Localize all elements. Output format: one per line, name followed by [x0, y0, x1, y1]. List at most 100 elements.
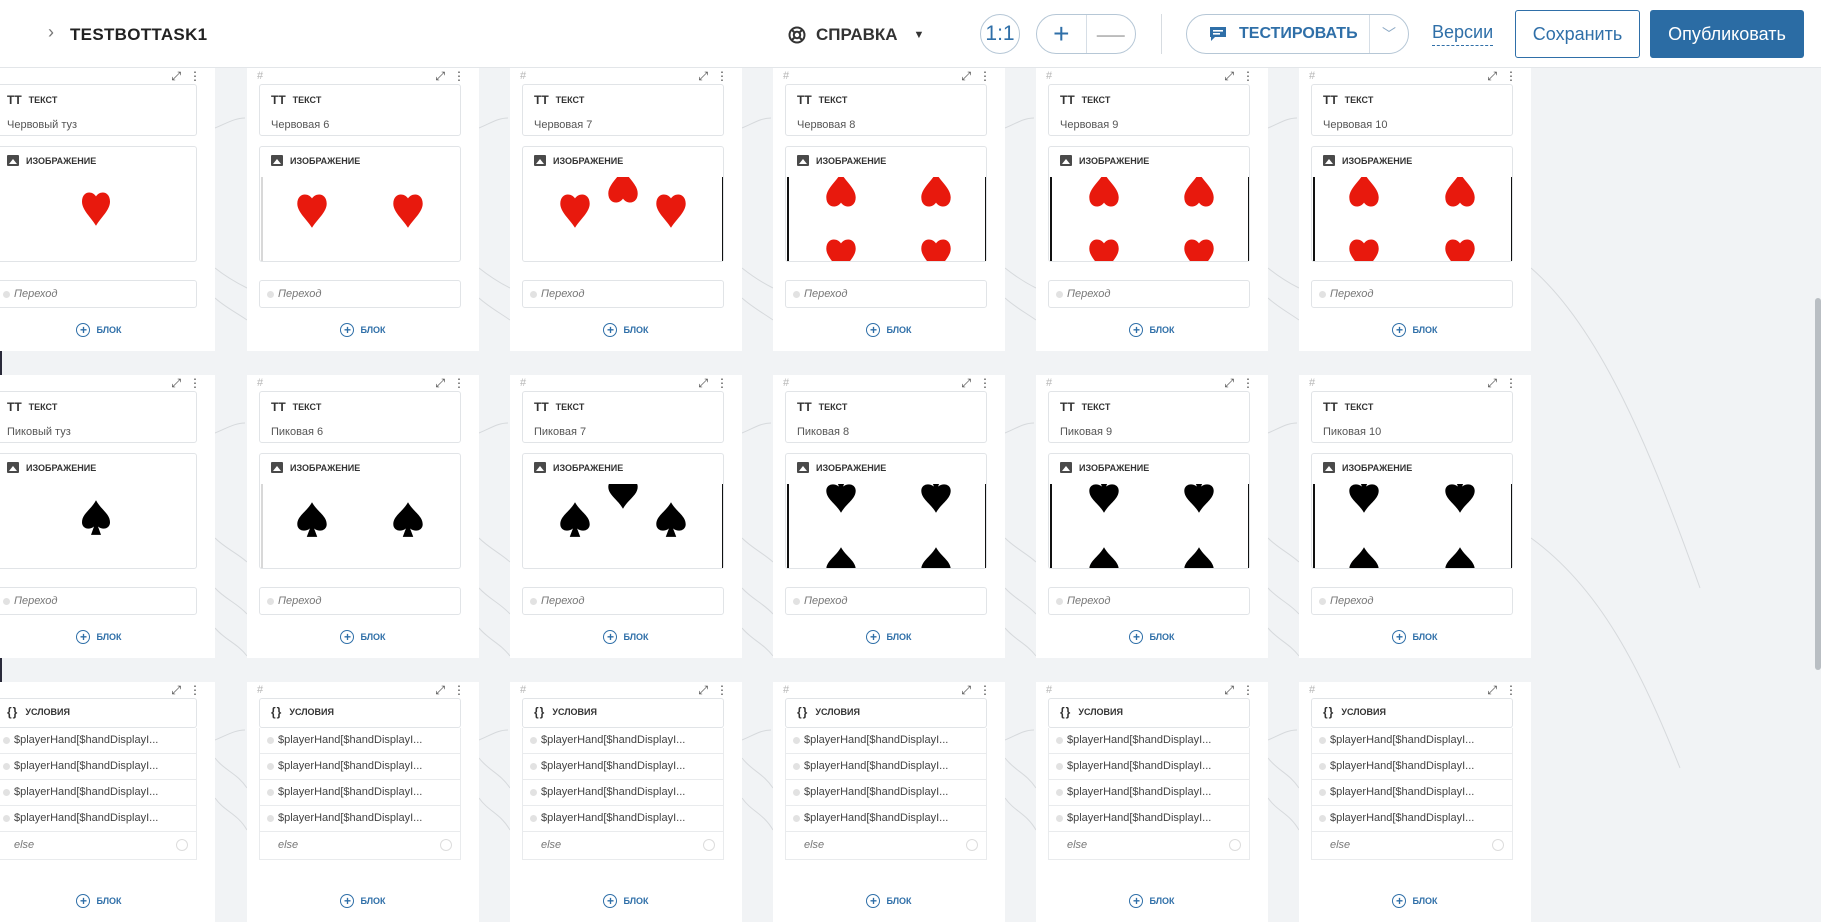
add-block-button[interactable]: + Блок	[247, 323, 479, 337]
condition-row[interactable]: $playerHand[$handDisplayI...	[1048, 780, 1250, 806]
else-connector[interactable]	[703, 839, 715, 851]
transition-dot[interactable]	[1319, 598, 1326, 605]
more-icon[interactable]: ⋮	[453, 683, 465, 698]
card-node[interactable]: # ⤢ ⋮ Tт Текст Червовая 10 Изображение Переход +…	[1299, 68, 1531, 351]
text-block[interactable]: Tт Текст Пиковая 9	[1048, 391, 1250, 443]
more-icon[interactable]: ⋮	[1242, 69, 1254, 84]
else-connector[interactable]	[1492, 839, 1504, 851]
conditions-block[interactable]: {} Условия	[259, 698, 461, 728]
condition-dot[interactable]	[793, 815, 800, 822]
condition-dot[interactable]	[1319, 789, 1326, 796]
more-icon[interactable]: ⋮	[716, 69, 728, 84]
condition-row[interactable]: $playerHand[$handDisplayI...	[522, 780, 724, 806]
more-icon[interactable]: ⋮	[453, 69, 465, 84]
condition-dot[interactable]	[3, 789, 10, 796]
condition-row[interactable]: $playerHand[$handDisplayI...	[522, 806, 724, 832]
condition-row[interactable]: $playerHand[$handDisplayI...	[785, 728, 987, 754]
conditions-block[interactable]: {} Условия	[1048, 698, 1250, 728]
transition-dot[interactable]	[3, 598, 10, 605]
vertical-scrollbar[interactable]	[1815, 298, 1821, 670]
card-node[interactable]: #⤢⋮TтТекстПиковый тузИзображениеПереход+…	[0, 375, 215, 658]
conditions-block[interactable]: {} Условия	[0, 698, 197, 728]
text-block[interactable]: Tт Текст Пиковая 7	[522, 391, 724, 443]
condition-dot[interactable]	[793, 763, 800, 770]
card-node[interactable]: # ⤢ ⋮ Tт Текст Червовая 8 Изображение Переход + Б…	[773, 68, 1005, 351]
else-row[interactable]: else	[522, 832, 724, 860]
text-block[interactable]: Tт Текст Червовая 7	[522, 84, 724, 136]
condition-row[interactable]: $playerHand[$handDisplayI...	[0, 806, 197, 832]
transition-dot[interactable]	[267, 598, 274, 605]
add-block-button[interactable]: + Блок	[0, 323, 215, 337]
conditions-node[interactable]: #⤢⋮{}Условия$playerHand[$handDisplayI...…	[773, 682, 1005, 922]
conditions-node[interactable]: #⤢⋮{}Условия$playerHand[$handDisplayI...…	[0, 682, 215, 922]
versions-link[interactable]: Версии	[1432, 22, 1494, 46]
more-icon[interactable]: ⋮	[1505, 69, 1517, 84]
conditions-block[interactable]: {} Условия	[785, 698, 987, 728]
image-block[interactable]: Изображение	[1048, 146, 1250, 262]
condition-row[interactable]: $playerHand[$handDisplayI...	[785, 806, 987, 832]
image-block[interactable]: Изображение	[1311, 146, 1513, 262]
more-icon[interactable]: ⋮	[716, 376, 728, 391]
else-connector[interactable]	[176, 839, 188, 851]
chevron-down-icon[interactable]: ﹀	[1370, 24, 1408, 44]
expand-icon[interactable]: ⤢	[171, 376, 181, 391]
more-icon[interactable]: ⋮	[189, 683, 201, 698]
more-icon[interactable]: ⋮	[189, 69, 201, 84]
expand-icon[interactable]: ⤢	[698, 69, 708, 84]
add-block-button[interactable]: + Блок	[0, 894, 215, 908]
chevron-right-icon[interactable]: ›	[48, 22, 54, 43]
text-block[interactable]: Tт Текст Червовый туз	[0, 84, 197, 136]
text-block[interactable]: Tт Текст Пиковая 6	[259, 391, 461, 443]
image-block[interactable]: Изображение	[522, 453, 724, 569]
condition-dot[interactable]	[1319, 737, 1326, 744]
more-icon[interactable]: ⋮	[716, 683, 728, 698]
expand-icon[interactable]: ⤢	[698, 376, 708, 391]
transition-field[interactable]: Переход	[522, 280, 724, 308]
condition-dot[interactable]	[793, 789, 800, 796]
condition-dot[interactable]	[3, 763, 10, 770]
condition-row[interactable]: $playerHand[$handDisplayI...	[259, 806, 461, 832]
conditions-block[interactable]: {} Условия	[522, 698, 724, 728]
image-block[interactable]: Изображение	[0, 453, 197, 569]
image-block[interactable]: Изображение	[785, 146, 987, 262]
transition-field[interactable]: Переход	[1048, 280, 1250, 308]
transition-dot[interactable]	[3, 291, 10, 298]
else-row[interactable]: else	[1311, 832, 1513, 860]
else-connector[interactable]	[440, 839, 452, 851]
expand-icon[interactable]: ⤢	[435, 376, 445, 391]
expand-icon[interactable]: ⤢	[961, 69, 971, 84]
card-node[interactable]: # ⤢ ⋮ Tт Текст Червовая 7 Изображение Переход + Б…	[510, 68, 742, 351]
add-block-button[interactable]: + Блок	[1299, 323, 1531, 337]
expand-icon[interactable]: ⤢	[1487, 683, 1497, 698]
card-node[interactable]: # ⤢ ⋮ Tт Текст Пиковая 8 Изображение Переход + Бл…	[773, 375, 1005, 658]
expand-icon[interactable]: ⤢	[698, 683, 708, 698]
zoom-out-button[interactable]: —	[1085, 15, 1136, 53]
conditions-node[interactable]: #⤢⋮{}Условия$playerHand[$handDisplayI...…	[1299, 682, 1531, 922]
image-block[interactable]: Изображение	[1311, 453, 1513, 569]
add-block-button[interactable]: + Блок	[247, 894, 479, 908]
image-block[interactable]: Изображение	[1048, 453, 1250, 569]
more-icon[interactable]: ⋮	[979, 69, 991, 84]
more-icon[interactable]: ⋮	[979, 683, 991, 698]
condition-row[interactable]: $playerHand[$handDisplayI...	[522, 754, 724, 780]
text-block[interactable]: Tт Текст Пиковая 10	[1311, 391, 1513, 443]
transition-dot[interactable]	[1319, 291, 1326, 298]
condition-dot[interactable]	[530, 763, 537, 770]
zoom-in-button[interactable]: +	[1037, 15, 1086, 53]
more-icon[interactable]: ⋮	[1242, 376, 1254, 391]
text-block[interactable]: Tт Текст Червовая 6	[259, 84, 461, 136]
expand-icon[interactable]: ⤢	[1224, 376, 1234, 391]
transition-field[interactable]: Переход	[0, 587, 197, 615]
transition-field[interactable]: Переход	[785, 280, 987, 308]
condition-row[interactable]: $playerHand[$handDisplayI...	[785, 780, 987, 806]
card-node[interactable]: # ⤢ ⋮ Tт Текст Червовая 9 Изображение Переход + Б…	[1036, 68, 1268, 351]
transition-dot[interactable]	[793, 291, 800, 298]
conditions-node[interactable]: #⤢⋮{}Условия$playerHand[$handDisplayI...…	[1036, 682, 1268, 922]
expand-icon[interactable]: ⤢	[1487, 69, 1497, 84]
card-node[interactable]: #⤢⋮TтТекстЧервовый тузИзображениеПереход…	[0, 68, 215, 351]
add-block-button[interactable]: + Блок	[0, 630, 215, 644]
add-block-button[interactable]: + Блок	[1299, 630, 1531, 644]
add-block-button[interactable]: + Блок	[1299, 894, 1531, 908]
expand-icon[interactable]: ⤢	[435, 69, 445, 84]
image-block[interactable]: Изображение	[785, 453, 987, 569]
